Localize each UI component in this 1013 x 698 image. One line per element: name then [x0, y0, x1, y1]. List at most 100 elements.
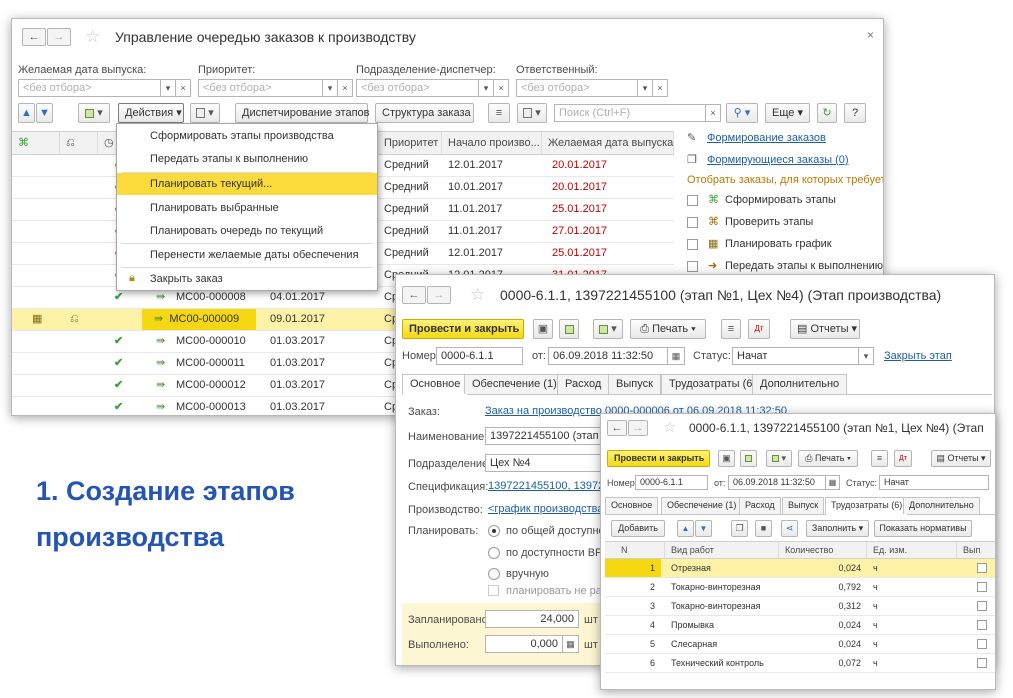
reports-button[interactable]: ▤ Отчеты ▾ — [931, 450, 991, 467]
checkbox[interactable] — [687, 217, 698, 228]
done-field[interactable]: 0,000 — [485, 635, 563, 653]
number-field[interactable]: 0000-6.1.1 — [635, 475, 708, 490]
plan-radio-general[interactable] — [488, 525, 500, 537]
create-based-on-button[interactable]: ▾ — [766, 450, 792, 467]
list-icon[interactable]: ≡ — [721, 319, 741, 339]
more-menu-button[interactable]: Еще ▾ — [765, 103, 810, 123]
tab-expense[interactable]: Расход — [739, 497, 781, 514]
table-row[interactable]: 2 Токарно-винторезная 0,792 ч — [605, 578, 995, 597]
delete-icon[interactable]: ■ — [755, 520, 772, 537]
filter-priority-input[interactable]: <без отбора> — [198, 79, 323, 97]
dropdown-icon[interactable]: ▾ — [637, 79, 653, 97]
close-icon[interactable]: × — [867, 28, 874, 42]
done-checkbox[interactable] — [977, 582, 987, 592]
menu-item-plan-queue[interactable]: Планировать очередь по текущий — [117, 220, 377, 242]
show-norms-button[interactable]: Показать нормативы — [874, 520, 972, 537]
dept-field[interactable]: Цех №4 — [485, 454, 615, 472]
calendar-icon[interactable]: ▦ — [667, 347, 685, 365]
actions-menu-button[interactable]: Действия ▾ — [118, 103, 184, 123]
add-button[interactable]: Добавить — [611, 520, 665, 537]
menu-item-move-dates[interactable]: Перенести желаемые даты обеспечения — [117, 244, 377, 266]
help-button[interactable]: ? — [844, 103, 866, 123]
forming-orders-link[interactable]: Формирующиеся заказы (0) — [707, 154, 849, 166]
fill-button[interactable]: Заполнить ▾ — [806, 520, 869, 537]
plan-column-icon[interactable]: ⎌ — [60, 132, 98, 154]
date-field[interactable]: 06.09.2018 11:32:50 — [548, 347, 668, 365]
reports-button[interactable]: ▤ Отчеты ▾ — [790, 319, 860, 339]
back-button[interactable]: ← — [22, 28, 46, 46]
favorite-star-icon[interactable]: ☆ — [663, 419, 676, 437]
print-button[interactable]: ⎙ Печать ▾ — [630, 319, 706, 339]
stages-column-icon[interactable]: ⌘ — [12, 132, 60, 154]
done-checkbox[interactable] — [977, 658, 987, 668]
order-structure-button[interactable]: Структура заказа — [375, 103, 474, 123]
tab-additional[interactable]: Дополнительно — [903, 497, 980, 514]
tab-provision[interactable]: Обеспечение (1) — [661, 497, 743, 514]
dispatch-stages-button[interactable]: Диспетчирование этапов — [235, 103, 370, 123]
done-checkbox[interactable] — [977, 601, 987, 611]
move-up-icon[interactable]: ▲ — [18, 103, 35, 123]
checkbox[interactable] — [687, 239, 698, 250]
menu-item-close-order[interactable]: Закрыть заказ — [117, 268, 377, 290]
plan-not-earlier-checkbox[interactable] — [488, 585, 499, 596]
print-button[interactable]: ⎙ Печать ▾ — [798, 450, 858, 467]
search-input[interactable]: Поиск (Ctrl+F) — [554, 104, 706, 122]
refresh-icon[interactable]: ↻ — [817, 103, 837, 123]
list-icon[interactable]: ≡ — [488, 103, 510, 123]
done-checkbox[interactable] — [977, 639, 987, 649]
dropdown-icon[interactable]: ▾ — [478, 79, 494, 97]
dropdown-icon[interactable]: ▾ — [322, 79, 338, 97]
col-priority[interactable]: Приоритет ↑ — [378, 132, 442, 154]
tab-provision[interactable]: Обеспечение (1) — [464, 374, 565, 394]
tab-main[interactable]: Основное — [402, 374, 469, 395]
post-icon[interactable] — [740, 450, 757, 467]
move-down-icon[interactable]: ▼ — [36, 103, 53, 123]
production-link[interactable]: <график производства н — [488, 503, 613, 515]
forward-button[interactable]: → — [47, 28, 71, 46]
back-button[interactable]: ← — [402, 286, 426, 304]
planned-field[interactable]: 24,000 — [485, 610, 579, 628]
calculator-icon[interactable]: ▦ — [562, 635, 579, 653]
status-field[interactable]: Начат — [879, 475, 989, 490]
post-and-close-button[interactable]: Провести и закрыть — [607, 450, 710, 467]
tab-additional[interactable]: Дополнительно — [752, 374, 848, 394]
filter-responsible-input[interactable]: <без отбора> — [516, 79, 638, 97]
checkbox[interactable] — [687, 261, 698, 272]
clear-icon[interactable]: × — [652, 79, 668, 97]
tab-expense[interactable]: Расход — [557, 374, 610, 394]
menu-item-transfer-stages[interactable]: Передать этапы к выполнению — [117, 148, 377, 170]
favorite-star-icon[interactable]: ☆ — [470, 286, 485, 304]
number-field[interactable]: 0000-6.1.1 — [436, 347, 523, 365]
table-row[interactable]: 3 Токарно-винторезная 0,312 ч — [605, 597, 995, 616]
dropdown-icon[interactable]: ▾ — [858, 347, 874, 365]
plan-radio-manual[interactable] — [488, 568, 500, 580]
dt-kt-icon[interactable]: Дт — [894, 450, 912, 467]
copy-icon[interactable]: ❐ — [731, 520, 748, 537]
name-field[interactable]: 1397221455100 (этап №1 — [485, 427, 615, 445]
tab-main[interactable]: Основное — [605, 497, 659, 514]
settings-menu-button[interactable]: ▾ — [517, 103, 547, 123]
calendar-icon[interactable]: ▦ — [825, 475, 840, 490]
move-down-icon[interactable]: ▼ — [695, 520, 712, 537]
orders-forming-link[interactable]: Формирование заказов — [707, 132, 826, 144]
clear-icon[interactable]: × — [705, 104, 721, 122]
clear-icon[interactable]: × — [175, 79, 191, 97]
tab-labor[interactable]: Трудозатраты (6) — [661, 374, 765, 394]
menu-item-plan-current[interactable]: Планировать текущий... — [117, 173, 377, 195]
save-icon[interactable]: ▣ — [718, 450, 735, 467]
tab-output[interactable]: Выпуск — [608, 374, 661, 394]
menu-item-create-stages[interactable]: Сформировать этапы производства — [117, 125, 377, 147]
checkbox[interactable] — [687, 195, 698, 206]
list-icon[interactable]: ≡ — [871, 450, 888, 467]
forward-button[interactable]: → — [628, 420, 648, 436]
table-row[interactable]: 4 Промывка 0,024 ч — [605, 616, 995, 635]
done-checkbox[interactable] — [977, 620, 987, 630]
col-desired-date[interactable]: Желаемая дата выпуска — [542, 132, 674, 154]
date-field[interactable]: 06.09.2018 11:32:50 — [728, 475, 826, 490]
tab-output[interactable]: Выпуск — [782, 497, 825, 514]
dt-kt-icon[interactable]: Дт — [748, 319, 770, 339]
post-icon[interactable] — [559, 319, 579, 339]
share-icon[interactable]: ⋖ — [781, 520, 798, 537]
spec-link[interactable]: 1397221455100, 1397221 — [488, 480, 616, 492]
col-start[interactable]: Начало произво... — [442, 132, 542, 154]
